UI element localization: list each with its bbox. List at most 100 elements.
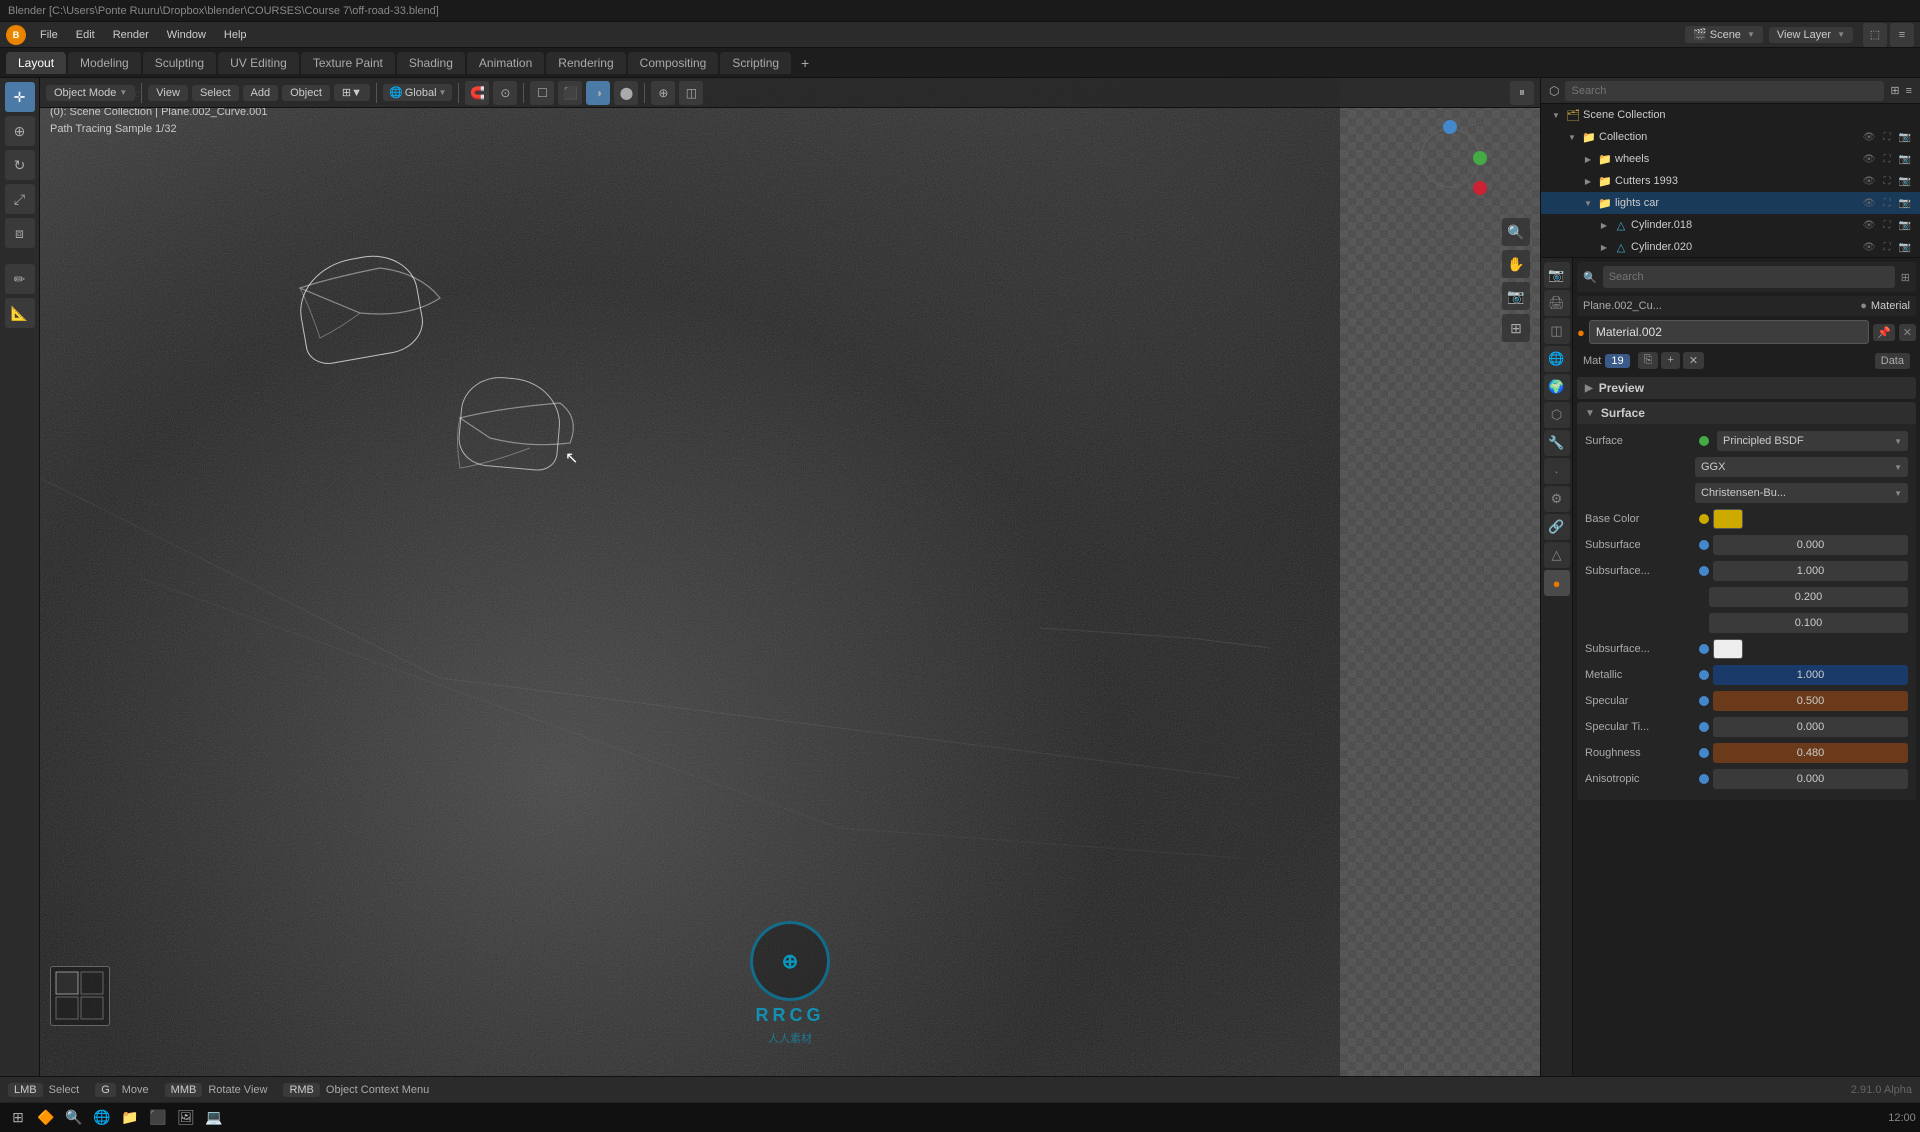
cursor-tool-icon[interactable]: ✛: [5, 82, 35, 112]
scene-dropdown[interactable]: 🎬 Scene ▼: [1685, 26, 1763, 43]
scene-collection-expand-icon[interactable]: ▼: [1549, 108, 1563, 122]
xray-icon[interactable]: ◫: [679, 81, 703, 105]
constraints-props-icon[interactable]: 🔗: [1544, 514, 1570, 540]
blender-logo-icon[interactable]: B: [6, 25, 26, 45]
rendered-shading-icon[interactable]: ⬤: [614, 81, 638, 105]
solid-shading-icon[interactable]: ⬛: [558, 81, 582, 105]
options-chevron-icon[interactable]: ⊞: [1901, 271, 1910, 284]
taskbar-search-icon[interactable]: 🔍: [62, 1106, 86, 1130]
tab-uv-editing[interactable]: UV Editing: [218, 52, 299, 74]
pause-icon[interactable]: ⏸: [1510, 81, 1534, 105]
filter-btn[interactable]: ⊞▼: [334, 84, 370, 101]
taskbar-start-icon[interactable]: ⊞: [6, 1106, 30, 1130]
rotate-tool-icon[interactable]: ↻: [5, 150, 35, 180]
measure-tool-icon[interactable]: 📐: [5, 298, 35, 328]
outliner-scene-collection[interactable]: ▼ 🗂 Scene Collection: [1541, 104, 1920, 126]
modifier-props-icon[interactable]: 🔧: [1544, 430, 1570, 456]
cyl020-render-icon[interactable]: 📷: [1898, 240, 1912, 254]
tab-animation[interactable]: Animation: [467, 52, 544, 74]
lights-viewport-icon[interactable]: ⛶: [1880, 196, 1894, 210]
cyl020-eye-icon[interactable]: 👁: [1862, 240, 1876, 254]
mat-number-badge[interactable]: 19: [1605, 354, 1629, 368]
transform-orientation-dropdown[interactable]: 🌐 Global ▼: [383, 84, 452, 101]
outliner-filter-icon[interactable]: ⊞: [1890, 84, 1899, 97]
add-workspace-button[interactable]: +: [793, 53, 817, 73]
menu-edit[interactable]: Edit: [68, 27, 103, 43]
cutters-eye-icon[interactable]: 👁: [1862, 174, 1876, 188]
object-mode-dropdown[interactable]: Object Mode ▼: [46, 85, 135, 101]
specular-value[interactable]: 0.500: [1713, 691, 1908, 711]
material-preview-icon[interactable]: ◑: [586, 81, 610, 105]
outliner-item-cutters[interactable]: ▶ 📁 Cutters 1993 👁 ⛶ 📷: [1541, 170, 1920, 192]
annotate-tool-icon[interactable]: ✏: [5, 264, 35, 294]
wheels-eye-icon[interactable]: 👁: [1862, 152, 1876, 166]
data-props-icon[interactable]: △: [1544, 542, 1570, 568]
cutters-viewport-icon[interactable]: ⛶: [1880, 174, 1894, 188]
roughness-value[interactable]: 0.480: [1713, 743, 1908, 763]
surface-type-dropdown[interactable]: Principled BSDF: [1717, 431, 1908, 451]
cyl018-eye-icon[interactable]: 👁: [1862, 218, 1876, 232]
render-props-icon[interactable]: 📷: [1544, 262, 1570, 288]
wireframe-shading-icon[interactable]: ☐: [530, 81, 554, 105]
specular-tint-value[interactable]: 0.000: [1713, 717, 1908, 737]
tab-rendering[interactable]: Rendering: [546, 52, 625, 74]
tab-modeling[interactable]: Modeling: [68, 52, 141, 74]
taskbar-photo-icon[interactable]: 🖼: [174, 1106, 198, 1130]
outliner-search-input[interactable]: [1565, 81, 1884, 101]
wheels-expand-icon[interactable]: ▶: [1581, 152, 1595, 166]
taskbar-code-icon[interactable]: 💻: [202, 1106, 226, 1130]
anisotropic-value[interactable]: 0.000: [1713, 769, 1908, 789]
collection-expand-icon[interactable]: ▼: [1565, 130, 1579, 144]
cyl018-expand-icon[interactable]: ▶: [1597, 218, 1611, 232]
zoom-to-fit-icon[interactable]: 🔍: [1502, 218, 1530, 246]
subsurface4-value[interactable]: 0.100: [1709, 613, 1908, 633]
subsurface-method-dropdown[interactable]: Christensen-Bu...: [1695, 483, 1908, 503]
cyl020-viewport-icon[interactable]: ⛶: [1880, 240, 1894, 254]
material-name-input[interactable]: [1589, 320, 1869, 344]
output-props-icon[interactable]: 🖨: [1544, 290, 1570, 316]
taskbar-browser-icon[interactable]: 🌐: [90, 1106, 114, 1130]
menu-window[interactable]: Window: [159, 27, 214, 43]
subsurface-color-swatch[interactable]: [1713, 639, 1743, 659]
cutters-render-icon[interactable]: 📷: [1898, 174, 1912, 188]
tab-texture-paint[interactable]: Texture Paint: [301, 52, 395, 74]
screen-layout-icon[interactable]: ⬚: [1863, 23, 1887, 47]
taskbar-blender-icon[interactable]: 🔶: [34, 1106, 58, 1130]
physics-props-icon[interactable]: ⚙: [1544, 486, 1570, 512]
preview-section-header[interactable]: ▶ Preview: [1577, 377, 1916, 399]
select-menu[interactable]: Select: [192, 85, 239, 101]
pan-icon[interactable]: ✋: [1502, 250, 1530, 278]
scene-props-icon[interactable]: 🌐: [1544, 346, 1570, 372]
menu-help[interactable]: Help: [216, 27, 255, 43]
properties-search-input[interactable]: [1603, 266, 1895, 288]
tab-layout[interactable]: Layout: [6, 52, 66, 74]
subsurface3-value[interactable]: 0.200: [1709, 587, 1908, 607]
mat-new-icon[interactable]: +: [1661, 352, 1679, 369]
wheels-render-icon[interactable]: 📷: [1898, 152, 1912, 166]
view-props-icon[interactable]: ◫: [1544, 318, 1570, 344]
cyl018-viewport-icon[interactable]: ⛶: [1880, 218, 1894, 232]
outliner-item-cylinder020[interactable]: ▶ △ Cylinder.020 👁 ⛶ 📷: [1541, 236, 1920, 258]
subsurface2-value[interactable]: 1.000: [1713, 561, 1908, 581]
outliner-item-lights-car[interactable]: ▼ 📁 lights car 👁 ⛶ 📷: [1541, 192, 1920, 214]
toggle-grid-icon[interactable]: ⊞: [1502, 314, 1530, 342]
material-pin-icon[interactable]: 📌: [1873, 324, 1895, 341]
outliner-item-collection[interactable]: ▼ 📁 Collection 👁 ⛶ 📷: [1541, 126, 1920, 148]
camera-view-icon[interactable]: 📷: [1502, 282, 1530, 310]
mini-nav-widget[interactable]: [50, 966, 110, 1026]
mat-delete-icon[interactable]: ✕: [1683, 352, 1704, 369]
subsurface-value[interactable]: 0.000: [1713, 535, 1908, 555]
outliner-item-cylinder018[interactable]: ▶ △ Cylinder.018 👁 ⛶ 📷: [1541, 214, 1920, 236]
proportional-edit-icon[interactable]: ⊙: [493, 81, 517, 105]
tab-shading[interactable]: Shading: [397, 52, 465, 74]
taskbar-file-icon[interactable]: 📁: [118, 1106, 142, 1130]
data-tab-btn[interactable]: Data: [1875, 353, 1910, 369]
material-close-icon[interactable]: ✕: [1899, 324, 1916, 341]
cyl018-render-icon[interactable]: 📷: [1898, 218, 1912, 232]
surface-section-header[interactable]: ▼ Surface: [1577, 402, 1916, 424]
metallic-value[interactable]: 1.000: [1713, 665, 1908, 685]
cutters-expand-icon[interactable]: ▶: [1581, 174, 1595, 188]
tab-sculpting[interactable]: Sculpting: [143, 52, 216, 74]
editor-type-icon[interactable]: ≡: [1890, 23, 1914, 47]
lights-expand-icon[interactable]: ▼: [1581, 196, 1595, 210]
